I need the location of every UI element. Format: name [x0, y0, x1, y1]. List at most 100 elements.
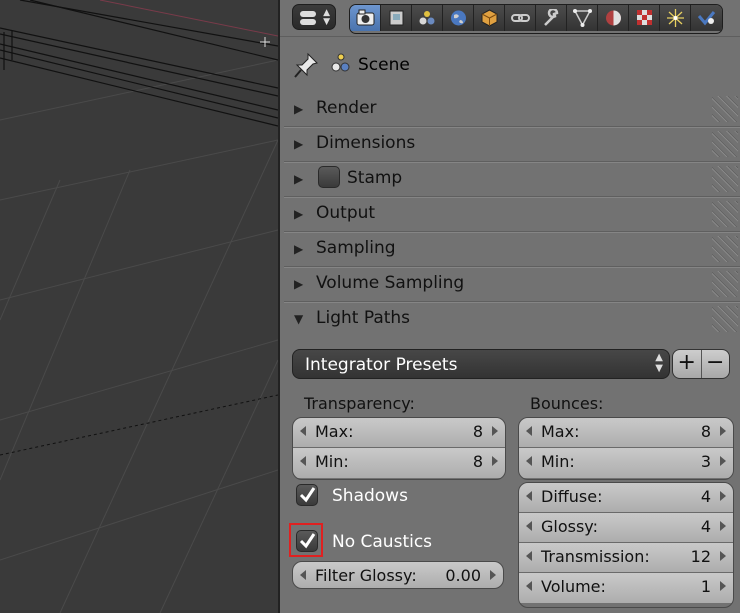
field-label: Glossy: — [541, 517, 598, 536]
section-sampling[interactable]: ▶ Sampling — [284, 232, 740, 267]
section-render[interactable]: ▶ Render — [284, 92, 740, 127]
field-value: 4 — [700, 517, 711, 536]
particles-icon — [667, 9, 684, 27]
field-value: 4 — [700, 487, 711, 506]
field-label: Diffuse: — [541, 487, 603, 506]
no-caustics-label: No Caustics — [332, 532, 433, 552]
decrement-arrow-icon[interactable] — [526, 581, 532, 591]
field-value: 8 — [472, 422, 483, 441]
diffuse-bounces-field[interactable]: Diffuse: 4 — [519, 483, 733, 513]
tab-modifiers[interactable] — [536, 5, 567, 31]
drag-handle[interactable] — [712, 201, 738, 227]
increment-arrow-icon[interactable] — [720, 426, 726, 436]
checkmark-icon — [299, 487, 316, 503]
section-volume-sampling[interactable]: ▶ Volume Sampling — [284, 267, 740, 302]
drag-handle[interactable] — [712, 131, 738, 157]
no-caustics-checkbox[interactable] — [296, 530, 318, 552]
tab-physics[interactable] — [691, 5, 722, 31]
transmission-bounces-field[interactable]: Transmission: 12 — [519, 543, 733, 573]
section-label: Volume Sampling — [316, 273, 465, 293]
drag-handle[interactable] — [712, 306, 738, 332]
updown-arrow-icon: ▲ ▼ — [655, 352, 663, 374]
tab-texture[interactable] — [629, 5, 660, 31]
glossy-bounces-field[interactable]: Glossy: 4 — [519, 513, 733, 543]
collapse-arrow-icon: ▶ — [294, 277, 304, 291]
editor-type-menu[interactable]: ▲ ▼ — [292, 4, 336, 30]
collapse-arrow-icon: ▶ — [294, 242, 304, 256]
section-label: Sampling — [316, 238, 396, 258]
section-label: Render — [316, 98, 377, 118]
field-value: 12 — [690, 547, 711, 566]
world-icon — [451, 10, 466, 26]
increment-arrow-icon[interactable] — [490, 570, 496, 580]
3d-viewport[interactable] — [0, 0, 278, 613]
bounces-max-field[interactable]: Max: 8 — [519, 418, 733, 448]
increment-arrow-icon[interactable] — [492, 456, 498, 466]
drag-handle[interactable] — [712, 166, 738, 192]
checkmark-icon — [299, 533, 316, 549]
increment-arrow-icon[interactable] — [720, 521, 726, 531]
integrator-presets-dropdown[interactable]: Integrator Presets ▲ ▼ — [292, 349, 670, 379]
tab-data[interactable] — [567, 5, 598, 31]
tab-render[interactable] — [350, 5, 381, 31]
field-value: 8 — [472, 452, 483, 471]
constraints-icon — [511, 14, 530, 22]
decrement-arrow-icon[interactable] — [526, 551, 532, 561]
decrement-arrow-icon[interactable] — [300, 570, 306, 580]
drag-handle[interactable] — [712, 236, 738, 262]
tab-material[interactable] — [598, 5, 629, 31]
bounces-minmax-group: Max: 8 Min: 3 — [518, 417, 734, 480]
decrement-arrow-icon[interactable] — [526, 491, 532, 501]
data-icon — [573, 9, 592, 27]
properties-header: ▲ ▼ — [280, 0, 740, 37]
stamp-checkbox[interactable] — [318, 166, 340, 188]
field-label: Min: — [315, 452, 349, 471]
decrement-arrow-icon[interactable] — [526, 426, 532, 436]
section-label: Stamp — [347, 168, 403, 188]
decrement-arrow-icon[interactable] — [300, 426, 306, 436]
increment-arrow-icon[interactable] — [720, 456, 726, 466]
scene-icon — [331, 53, 350, 72]
tab-world[interactable] — [443, 5, 474, 31]
increment-arrow-icon[interactable] — [720, 491, 726, 501]
decrement-arrow-icon[interactable] — [300, 456, 306, 466]
section-output[interactable]: ▶ Output — [284, 197, 740, 232]
context-path: Scene — [290, 48, 730, 82]
field-label: Transmission: — [541, 547, 650, 566]
section-light-paths[interactable]: ▼ Light Paths — [284, 302, 740, 336]
section-dimensions[interactable]: ▶ Dimensions — [284, 127, 740, 162]
pin-icon[interactable] — [294, 52, 320, 78]
section-stamp[interactable]: ▶ Stamp — [284, 162, 740, 197]
bounces-min-field[interactable]: Min: 3 — [519, 448, 733, 478]
remove-preset-button[interactable]: − — [702, 350, 730, 378]
drag-handle[interactable] — [712, 96, 738, 122]
tab-object[interactable] — [474, 5, 505, 31]
drag-handle[interactable] — [712, 271, 738, 297]
transparency-max-field[interactable]: Max: 8 — [293, 418, 505, 448]
section-label: Output — [316, 203, 376, 223]
shadows-checkbox[interactable] — [296, 484, 318, 506]
tab-particles[interactable] — [660, 5, 691, 31]
add-preset-button[interactable]: + — [673, 350, 702, 378]
tab-render-layers[interactable] — [381, 5, 412, 31]
volume-bounces-field[interactable]: Volume: 1 — [519, 573, 733, 603]
decrement-arrow-icon[interactable] — [526, 456, 532, 466]
increment-arrow-icon[interactable] — [720, 581, 726, 591]
render-icon — [356, 9, 375, 26]
transparency-min-field[interactable]: Min: 8 — [293, 448, 505, 478]
material-icon — [606, 10, 621, 26]
transparency-group: Max: 8 Min: 8 — [292, 417, 506, 480]
collapse-arrow-icon: ▶ — [294, 137, 304, 151]
tab-scene[interactable] — [412, 5, 443, 31]
expand-arrow-icon: ▼ — [294, 312, 304, 326]
viewport-grid — [0, 0, 278, 613]
section-label: Light Paths — [316, 308, 411, 328]
increment-arrow-icon[interactable] — [492, 426, 498, 436]
increment-arrow-icon[interactable] — [720, 551, 726, 561]
decrement-arrow-icon[interactable] — [526, 521, 532, 531]
context-scene-label: Scene — [358, 55, 410, 75]
filter-glossy-field[interactable]: Filter Glossy: 0.00 — [292, 561, 504, 589]
tab-constraints[interactable] — [505, 5, 536, 31]
field-label: Max: — [541, 422, 580, 441]
field-label: Max: — [315, 422, 354, 441]
